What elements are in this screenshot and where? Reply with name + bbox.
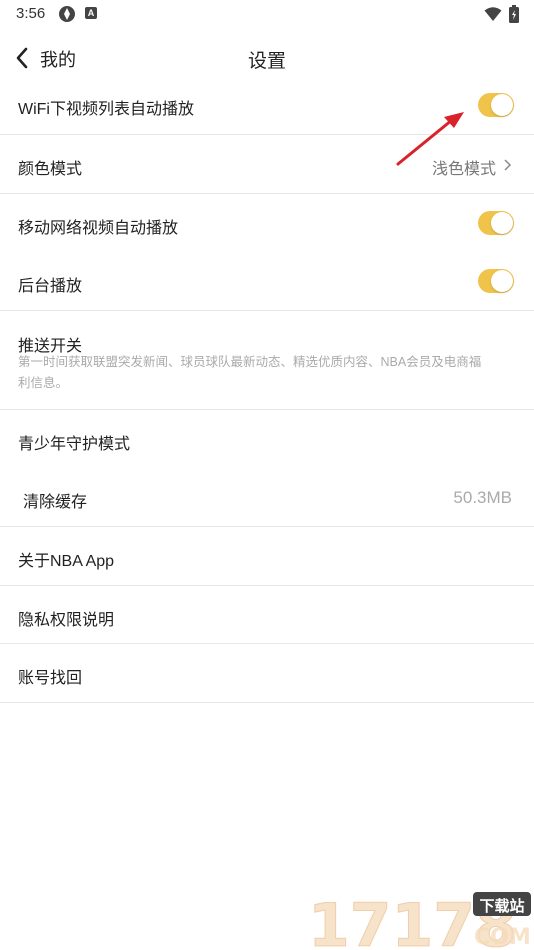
setting-youth-mode[interactable]: 青少年守护模式 — [0, 410, 534, 468]
setting-label: 移动网络视频自动播放 — [18, 220, 179, 237]
toggle-knob — [491, 212, 513, 234]
setting-label: WiFi下视频列表自动播放 — [18, 101, 194, 118]
setting-label: 后台播放 — [18, 278, 83, 295]
nav-header: 我的 设置 — [0, 36, 534, 80]
setting-label: 隐私权限说明 — [18, 612, 115, 629]
setting-privacy[interactable]: 隐私权限说明 — [0, 586, 534, 644]
push-description: 第一时间获取联盟突发新闻、球员球队最新动态、精选优质内容、NBA会员及电商福利信… — [18, 355, 482, 390]
chevron-right-icon — [504, 159, 512, 171]
mobile-autoplay-toggle[interactable] — [478, 211, 514, 235]
setting-background-play[interactable]: 后台播放 — [0, 252, 534, 311]
svg-text:COM: COM — [474, 925, 531, 950]
setting-account-recovery[interactable]: 账号找回 — [0, 644, 534, 703]
status-time: 3:56 — [16, 5, 46, 22]
setting-clear-cache[interactable]: 清除缓存 50.3MB — [0, 468, 534, 527]
setting-label: 关于NBA App — [18, 553, 115, 570]
annotation-arrow-icon — [396, 112, 464, 166]
setting-label: 青少年守护模式 — [18, 436, 131, 453]
app-notification-icon — [59, 6, 75, 22]
notification-badge-icon: A — [85, 7, 97, 19]
background-play-toggle[interactable] — [478, 269, 514, 293]
setting-mobile-autoplay[interactable]: 移动网络视频自动播放 — [0, 194, 534, 252]
status-bar: 3:56 A — [0, 0, 534, 30]
svg-text:下载站: 下载站 — [479, 897, 524, 915]
watermark-logo: 17178 下载站 COM — [308, 891, 531, 950]
wifi-autoplay-toggle[interactable] — [478, 93, 514, 117]
toggle-knob — [491, 270, 513, 292]
setting-push[interactable]: 推送开关 第一时间获取联盟突发新闻、球员球队最新动态、精选优质内容、NBA会员及… — [0, 311, 534, 410]
setting-label: 账号找回 — [18, 670, 83, 687]
toggle-knob — [491, 94, 513, 116]
setting-label: 颜色模式 — [18, 161, 83, 178]
cache-size-value: 50.3MB — [453, 488, 512, 507]
battery-icon — [509, 5, 519, 23]
page-title: 设置 — [247, 51, 286, 72]
wifi-icon — [484, 7, 502, 21]
setting-about[interactable]: 关于NBA App — [0, 527, 534, 586]
setting-label: 清除缓存 — [23, 494, 88, 511]
